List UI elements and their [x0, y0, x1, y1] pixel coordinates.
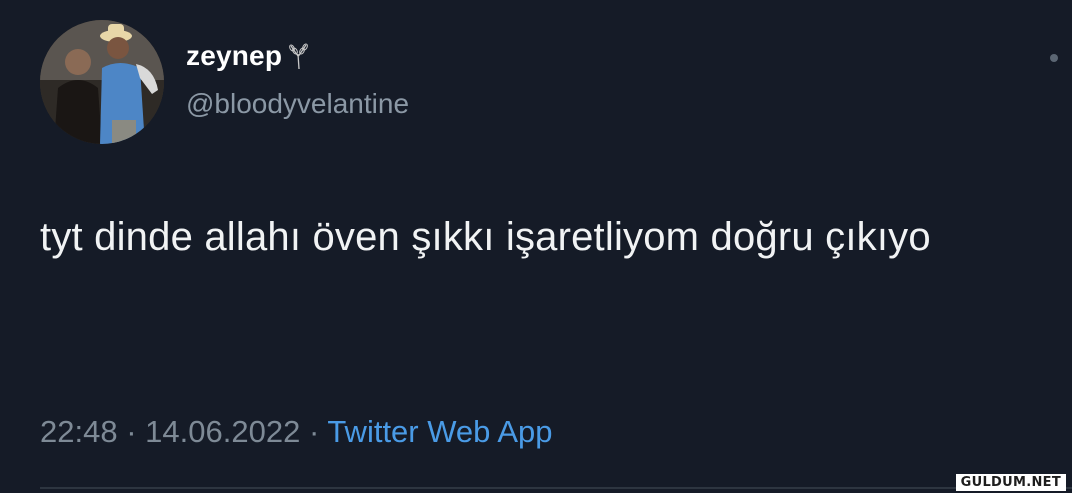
- watermark: GULDUM.NET: [955, 474, 1066, 491]
- meta-separator: ·: [126, 414, 137, 449]
- tweet-card: zeynep @bloodyvelantine tyt dinde allahı…: [0, 0, 1072, 493]
- meta-separator: ·: [308, 414, 320, 449]
- tweet-date[interactable]: 14.06.2022: [145, 414, 300, 449]
- tweet-text: tyt dinde allahı öven şıkkı işaretliyom …: [40, 215, 931, 259]
- wheat-sheaf-icon: [286, 42, 312, 70]
- tweet-time[interactable]: 22:48: [40, 414, 118, 449]
- divider: [40, 487, 1072, 489]
- display-name[interactable]: zeynep: [186, 40, 282, 72]
- avatar[interactable]: [40, 20, 164, 144]
- more-options-icon[interactable]: [1050, 54, 1058, 62]
- tweet-meta: 22:48 · 14.06.2022 · Twitter Web App: [40, 414, 552, 450]
- user-handle[interactable]: @bloodyvelantine: [186, 88, 409, 120]
- tweet-source-link[interactable]: Twitter Web App: [327, 414, 552, 449]
